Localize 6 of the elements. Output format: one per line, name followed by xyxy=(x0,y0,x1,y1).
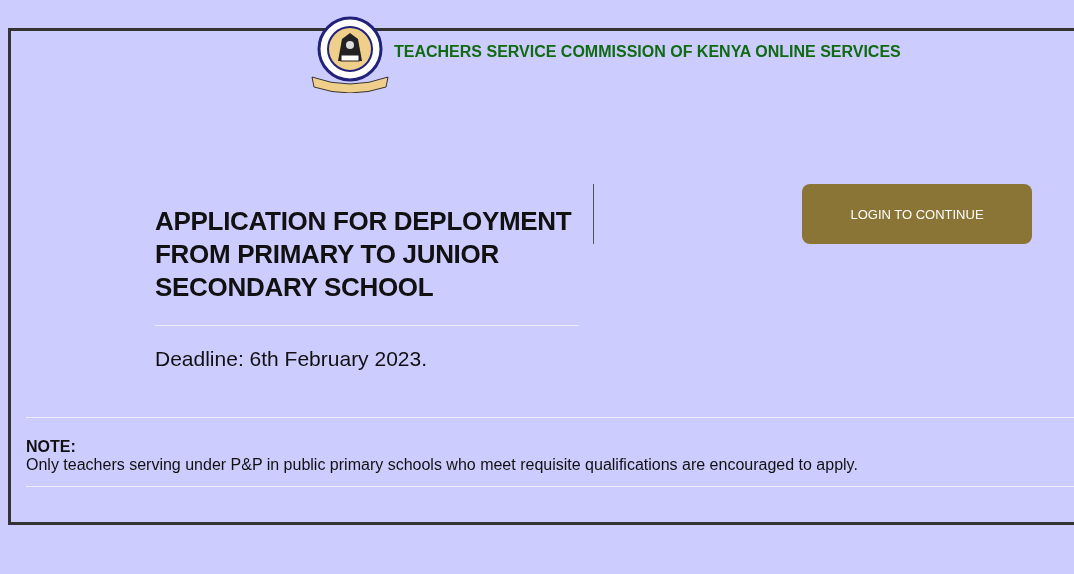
page-heading: APPLICATION FOR DEPLOYMENT FROM PRIMARY TO JUNIOR SECONDARY SCHOOL xyxy=(155,205,573,304)
note-label: NOTE: xyxy=(26,438,77,456)
site-title: TEACHERS SERVICE COMMISSION OF KENYA ONLINE SERVICES xyxy=(394,43,902,61)
deadline-text: Deadline: 6th February 2023. xyxy=(155,347,428,371)
login-button[interactable]: LOGIN TO CONTINUE xyxy=(802,184,1032,244)
note-text: Only teachers serving under P&P in public primary schools who meet requisite qualifications are encouraged to apply. xyxy=(26,456,858,473)
